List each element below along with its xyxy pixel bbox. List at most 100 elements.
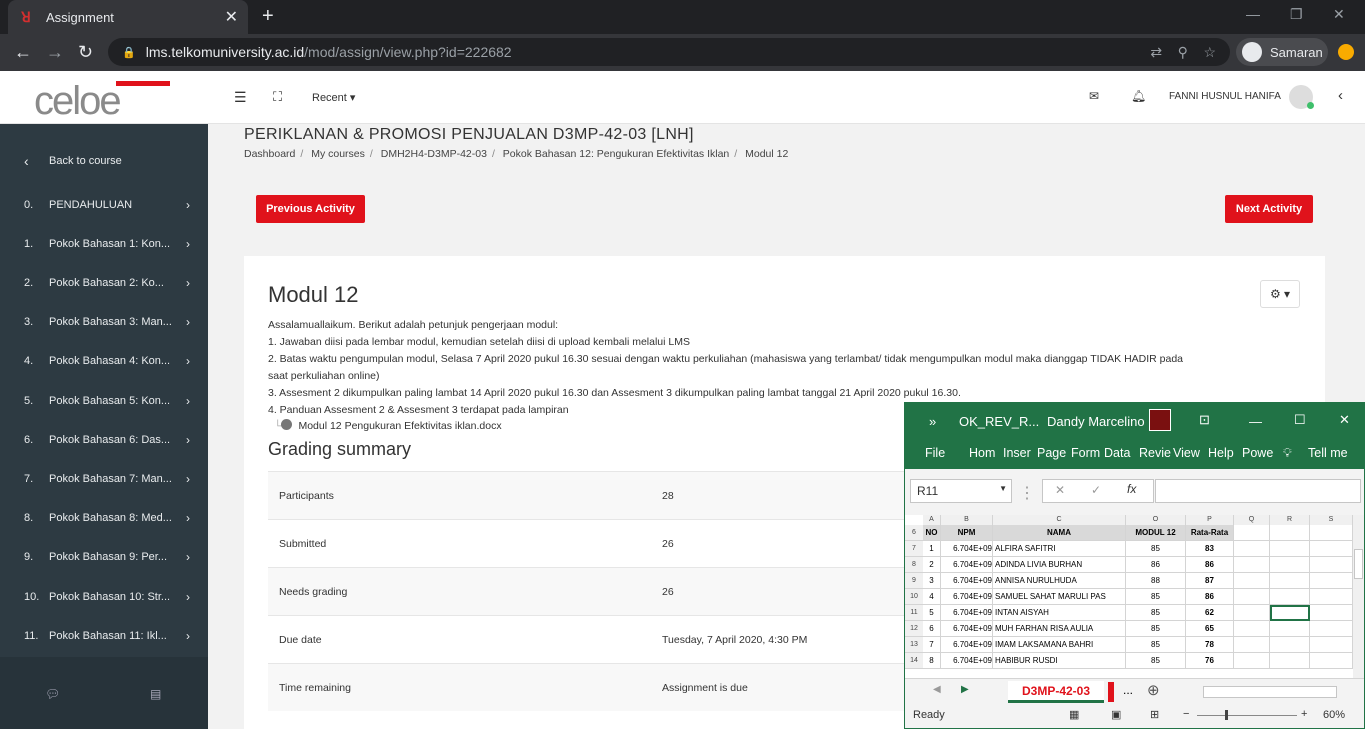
sidebar-item[interactable]: 2. Pokok Bahasan 2: Ko... › [0, 263, 208, 302]
spreadsheet-cell[interactable]: 62 [1186, 605, 1234, 621]
spreadsheet-cell[interactable]: ANNISA NURULHUDA [993, 573, 1126, 589]
sidebar-item[interactable]: 3. Pokok Bahasan 3: Man... › [0, 303, 208, 342]
notifications-bell-icon[interactable]: 🔔︎ [1131, 89, 1146, 103]
column-header[interactable]: S [1310, 515, 1353, 525]
spreadsheet-cell[interactable]: 4 [923, 589, 941, 605]
minimize-icon[interactable]: — [1249, 414, 1262, 429]
back-to-course-link[interactable]: ‹ Back to course [0, 141, 208, 180]
breadcrumb-item[interactable]: Pokok Bahasan 12: Pengukuran Efektivitas… [503, 148, 729, 160]
spreadsheet-cell[interactable] [1270, 573, 1310, 589]
close-icon[interactable]: ✕ [1339, 412, 1350, 428]
ribbon-tab[interactable]: Hom [969, 446, 995, 460]
function-icon[interactable]: fx [1127, 482, 1136, 496]
expand-icon[interactable]: » [929, 414, 936, 429]
forward-icon[interactable]: → [46, 42, 64, 63]
spreadsheet-cell[interactable]: HABIBUR RUSDI [993, 653, 1126, 669]
formula-input[interactable] [1155, 479, 1361, 503]
spreadsheet-cell[interactable]: 85 [1126, 541, 1186, 557]
previous-activity-button[interactable]: Previous Activity [256, 195, 365, 223]
row-header[interactable]: 11 [905, 605, 923, 621]
settings-gear-icon[interactable]: ⚙ ▾ [1260, 280, 1300, 308]
spreadsheet-cell[interactable]: 6.704E+09 [941, 605, 993, 621]
spreadsheet-cell[interactable] [1270, 653, 1310, 669]
row-header[interactable]: 14 [905, 653, 923, 669]
spreadsheet-cell[interactable] [1270, 621, 1310, 637]
spreadsheet-cell[interactable]: 83 [1186, 541, 1234, 557]
spreadsheet-cell[interactable]: 2 [923, 557, 941, 573]
spreadsheet-cell[interactable]: 6.704E+09 [941, 573, 993, 589]
spreadsheet-cell[interactable] [1310, 637, 1353, 653]
spreadsheet-cell[interactable] [1234, 589, 1270, 605]
archive-icon[interactable]: ▤ [150, 687, 161, 701]
next-activity-button[interactable]: Next Activity [1225, 195, 1313, 223]
translate-icon[interactable]: ⇄ [1150, 44, 1162, 60]
fullscreen-icon[interactable]: ⛶ [273, 89, 282, 105]
sidebar-item[interactable]: 5. Pokok Bahasan 5: Kon... › [0, 381, 208, 420]
address-bar[interactable]: 🔒 lms.telkomuniversity.ac.id /mod/assign… [108, 38, 1230, 66]
red-sheet-tab[interactable] [1108, 682, 1114, 702]
column-header[interactable]: A [923, 515, 941, 525]
sidebar-item[interactable]: 9. Pokok Bahasan 9: Per... › [0, 538, 208, 577]
spreadsheet-cell[interactable] [1234, 557, 1270, 573]
spreadsheet-cell[interactable]: 76 [1186, 653, 1234, 669]
ribbon-tab[interactable]: Data [1104, 446, 1130, 460]
drawer-collapse-icon[interactable]: ‹ [1338, 87, 1343, 104]
spreadsheet-cell[interactable] [1234, 653, 1270, 669]
selected-cell[interactable] [1270, 605, 1310, 621]
spreadsheet-cell[interactable]: 8 [923, 653, 941, 669]
user-avatar[interactable] [1289, 85, 1314, 109]
breadcrumb-item[interactable]: Modul 12 [745, 148, 788, 160]
page-break-icon[interactable]: ⊞ [1150, 708, 1159, 721]
spreadsheet-grid[interactable]: A B C O P Q R S 6 NO NPM NAMA MODUL 12 Rata-Rata 7 1 6.7… [905, 515, 1353, 678]
spreadsheet-cell[interactable]: 6.704E+09 [941, 637, 993, 653]
spreadsheet-cell[interactable] [1310, 653, 1353, 669]
spreadsheet-cell[interactable]: 85 [1126, 589, 1186, 605]
spreadsheet-cell[interactable] [1310, 605, 1353, 621]
spreadsheet-cell[interactable] [1310, 541, 1353, 557]
spreadsheet-cell[interactable]: 85 [1126, 605, 1186, 621]
spreadsheet-cell[interactable] [1310, 573, 1353, 589]
spreadsheet-cell[interactable] [1270, 541, 1310, 557]
sheet-tab[interactable]: D3MP-42-03 [1008, 681, 1104, 703]
spreadsheet-cell[interactable] [1310, 589, 1353, 605]
spreadsheet-cell[interactable] [1234, 573, 1270, 589]
new-tab-icon[interactable]: + [262, 5, 274, 28]
spreadsheet-cell[interactable]: 3 [923, 573, 941, 589]
row-header[interactable]: 8 [905, 557, 923, 573]
lightbulb-icon[interactable]: 💡︎ [1283, 446, 1292, 461]
vertical-scrollbar[interactable] [1353, 515, 1364, 678]
ribbon-tab[interactable]: Revie [1139, 446, 1171, 460]
ribbon-tab[interactable]: Powe [1242, 446, 1273, 460]
spreadsheet-cell[interactable]: 1 [923, 541, 941, 557]
column-header[interactable]: P [1186, 515, 1234, 525]
maximize-icon[interactable]: ☐ [1294, 412, 1306, 428]
update-icon[interactable] [1338, 44, 1354, 60]
page-layout-icon[interactable]: ▣ [1111, 708, 1121, 721]
header-cell[interactable]: NPM [941, 525, 993, 541]
next-sheet-icon[interactable]: ▶ [961, 684, 969, 695]
header-cell[interactable]: NAMA [993, 525, 1126, 541]
spreadsheet-cell[interactable]: 7 [923, 637, 941, 653]
spreadsheet-cell[interactable]: 86 [1126, 557, 1186, 573]
column-header[interactable]: C [993, 515, 1126, 525]
spreadsheet-cell[interactable]: 85 [1126, 653, 1186, 669]
sidebar-item[interactable]: 1. Pokok Bahasan 1: Kon... › [0, 224, 208, 263]
spreadsheet-cell[interactable]: SAMUEL SAHAT MARULI PAS [993, 589, 1126, 605]
spreadsheet-cell[interactable]: 87 [1186, 573, 1234, 589]
close-window-icon[interactable]: ✕ [1333, 6, 1345, 23]
attachment-link[interactable]: └ Modul 12 Pengukuran Efektivitas iklan.d… [274, 419, 502, 432]
horizontal-scrollbar[interactable] [1203, 686, 1337, 698]
spreadsheet-cell[interactable] [1270, 589, 1310, 605]
spreadsheet-cell[interactable]: INTAN AISYAH [993, 605, 1126, 621]
spreadsheet-cell[interactable]: 85 [1126, 637, 1186, 653]
spreadsheet-cell[interactable] [1234, 525, 1270, 541]
user-photo-avatar[interactable] [1149, 409, 1171, 431]
breadcrumb-item[interactable]: Dashboard [244, 148, 295, 160]
spreadsheet-cell[interactable] [1310, 525, 1353, 541]
profile-button[interactable]: Samaran [1236, 38, 1328, 66]
sidebar-item[interactable]: 7. Pokok Bahasan 7: Man... › [0, 459, 208, 498]
column-header[interactable]: B [941, 515, 993, 525]
spreadsheet-cell[interactable]: 6.704E+09 [941, 621, 993, 637]
spreadsheet-cell[interactable] [1234, 605, 1270, 621]
spreadsheet-cell[interactable]: 88 [1126, 573, 1186, 589]
